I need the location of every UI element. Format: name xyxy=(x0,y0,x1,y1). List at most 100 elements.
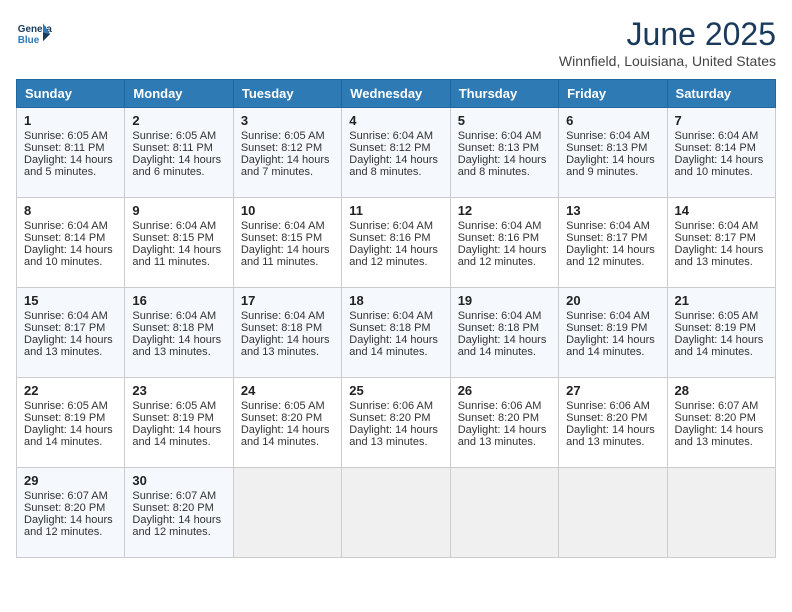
day-info: and 13 minutes. xyxy=(349,436,442,448)
day-info: Sunrise: 6:05 AM xyxy=(241,130,334,142)
calendar-cell: 26Sunrise: 6:06 AMSunset: 8:20 PMDayligh… xyxy=(450,378,558,468)
header-day-saturday: Saturday xyxy=(667,80,775,108)
day-info: Sunrise: 6:05 AM xyxy=(24,400,117,412)
day-info: and 14 minutes. xyxy=(241,436,334,448)
day-info: Sunrise: 6:04 AM xyxy=(241,310,334,322)
day-number: 21 xyxy=(675,293,768,308)
day-info: and 14 minutes. xyxy=(132,436,225,448)
day-info: and 13 minutes. xyxy=(241,346,334,358)
day-info: Daylight: 14 hours xyxy=(24,514,117,526)
day-number: 30 xyxy=(132,473,225,488)
calendar-cell: 3Sunrise: 6:05 AMSunset: 8:12 PMDaylight… xyxy=(233,108,341,198)
day-info: Sunrise: 6:07 AM xyxy=(24,490,117,502)
calendar-cell xyxy=(559,468,667,558)
day-info: and 13 minutes. xyxy=(132,346,225,358)
day-info: Daylight: 14 hours xyxy=(458,244,551,256)
day-info: Sunset: 8:20 PM xyxy=(675,412,768,424)
calendar-cell: 7Sunrise: 6:04 AMSunset: 8:14 PMDaylight… xyxy=(667,108,775,198)
day-info: and 10 minutes. xyxy=(675,166,768,178)
calendar-cell: 23Sunrise: 6:05 AMSunset: 8:19 PMDayligh… xyxy=(125,378,233,468)
day-info: Daylight: 14 hours xyxy=(241,244,334,256)
month-title: June 2025 xyxy=(559,16,776,53)
day-info: and 13 minutes. xyxy=(675,256,768,268)
calendar-cell: 21Sunrise: 6:05 AMSunset: 8:19 PMDayligh… xyxy=(667,288,775,378)
day-number: 23 xyxy=(132,383,225,398)
day-info: and 14 minutes. xyxy=(458,346,551,358)
day-info: Daylight: 14 hours xyxy=(24,334,117,346)
day-info: and 14 minutes. xyxy=(566,346,659,358)
day-info: Daylight: 14 hours xyxy=(675,424,768,436)
day-info: and 12 minutes. xyxy=(349,256,442,268)
calendar-cell: 24Sunrise: 6:05 AMSunset: 8:20 PMDayligh… xyxy=(233,378,341,468)
day-info: Sunset: 8:18 PM xyxy=(458,322,551,334)
day-info: Sunrise: 6:05 AM xyxy=(241,400,334,412)
day-info: Daylight: 14 hours xyxy=(132,424,225,436)
day-info: Sunset: 8:20 PM xyxy=(349,412,442,424)
day-number: 19 xyxy=(458,293,551,308)
location-subtitle: Winnfield, Louisiana, United States xyxy=(559,53,776,69)
title-area: June 2025 Winnfield, Louisiana, United S… xyxy=(559,16,776,69)
day-number: 9 xyxy=(132,203,225,218)
day-info: Daylight: 14 hours xyxy=(132,514,225,526)
day-info: Daylight: 14 hours xyxy=(241,154,334,166)
header-day-wednesday: Wednesday xyxy=(342,80,450,108)
day-info: Daylight: 14 hours xyxy=(675,334,768,346)
day-info: Daylight: 14 hours xyxy=(241,424,334,436)
logo: General Blue xyxy=(16,16,52,52)
calendar-cell: 5Sunrise: 6:04 AMSunset: 8:13 PMDaylight… xyxy=(450,108,558,198)
day-info: Sunrise: 6:04 AM xyxy=(675,220,768,232)
day-info: and 14 minutes. xyxy=(24,436,117,448)
day-info: Daylight: 14 hours xyxy=(566,334,659,346)
calendar-cell: 8Sunrise: 6:04 AMSunset: 8:14 PMDaylight… xyxy=(17,198,125,288)
calendar-cell: 12Sunrise: 6:04 AMSunset: 8:16 PMDayligh… xyxy=(450,198,558,288)
day-info: Sunset: 8:18 PM xyxy=(132,322,225,334)
calendar-cell xyxy=(450,468,558,558)
day-info: Sunrise: 6:04 AM xyxy=(566,220,659,232)
day-info: and 11 minutes. xyxy=(241,256,334,268)
day-info: Sunrise: 6:06 AM xyxy=(458,400,551,412)
day-info: Daylight: 14 hours xyxy=(349,154,442,166)
calendar-cell: 22Sunrise: 6:05 AMSunset: 8:19 PMDayligh… xyxy=(17,378,125,468)
day-number: 18 xyxy=(349,293,442,308)
day-info: Sunrise: 6:06 AM xyxy=(566,400,659,412)
day-info: Daylight: 14 hours xyxy=(24,424,117,436)
calendar-cell: 13Sunrise: 6:04 AMSunset: 8:17 PMDayligh… xyxy=(559,198,667,288)
calendar-cell: 6Sunrise: 6:04 AMSunset: 8:13 PMDaylight… xyxy=(559,108,667,198)
calendar-cell: 27Sunrise: 6:06 AMSunset: 8:20 PMDayligh… xyxy=(559,378,667,468)
day-info: Sunset: 8:17 PM xyxy=(24,322,117,334)
day-info: Daylight: 14 hours xyxy=(458,424,551,436)
day-info: Sunset: 8:16 PM xyxy=(349,232,442,244)
day-info: Sunset: 8:20 PM xyxy=(132,502,225,514)
calendar-table: SundayMondayTuesdayWednesdayThursdayFrid… xyxy=(16,79,776,558)
day-info: and 12 minutes. xyxy=(132,526,225,538)
calendar-cell: 25Sunrise: 6:06 AMSunset: 8:20 PMDayligh… xyxy=(342,378,450,468)
day-info: Sunset: 8:14 PM xyxy=(675,142,768,154)
header-day-friday: Friday xyxy=(559,80,667,108)
day-info: Daylight: 14 hours xyxy=(349,334,442,346)
day-number: 4 xyxy=(349,113,442,128)
calendar-cell xyxy=(233,468,341,558)
calendar-cell: 15Sunrise: 6:04 AMSunset: 8:17 PMDayligh… xyxy=(17,288,125,378)
day-info: Sunset: 8:19 PM xyxy=(566,322,659,334)
day-info: Sunset: 8:16 PM xyxy=(458,232,551,244)
day-info: Daylight: 14 hours xyxy=(24,154,117,166)
day-info: Sunset: 8:20 PM xyxy=(24,502,117,514)
day-info: and 12 minutes. xyxy=(566,256,659,268)
day-info: Sunrise: 6:04 AM xyxy=(458,310,551,322)
day-info: Sunset: 8:19 PM xyxy=(675,322,768,334)
day-info: Sunset: 8:12 PM xyxy=(349,142,442,154)
day-number: 3 xyxy=(241,113,334,128)
day-info: Daylight: 14 hours xyxy=(566,244,659,256)
calendar-cell: 4Sunrise: 6:04 AMSunset: 8:12 PMDaylight… xyxy=(342,108,450,198)
day-info: Daylight: 14 hours xyxy=(241,334,334,346)
day-number: 13 xyxy=(566,203,659,218)
calendar-cell: 28Sunrise: 6:07 AMSunset: 8:20 PMDayligh… xyxy=(667,378,775,468)
day-number: 6 xyxy=(566,113,659,128)
day-info: Sunrise: 6:05 AM xyxy=(132,130,225,142)
calendar-week-row: 29Sunrise: 6:07 AMSunset: 8:20 PMDayligh… xyxy=(17,468,776,558)
day-number: 11 xyxy=(349,203,442,218)
day-info: and 8 minutes. xyxy=(349,166,442,178)
day-info: Sunset: 8:19 PM xyxy=(132,412,225,424)
day-info: Sunrise: 6:04 AM xyxy=(566,130,659,142)
day-info: and 13 minutes. xyxy=(458,436,551,448)
